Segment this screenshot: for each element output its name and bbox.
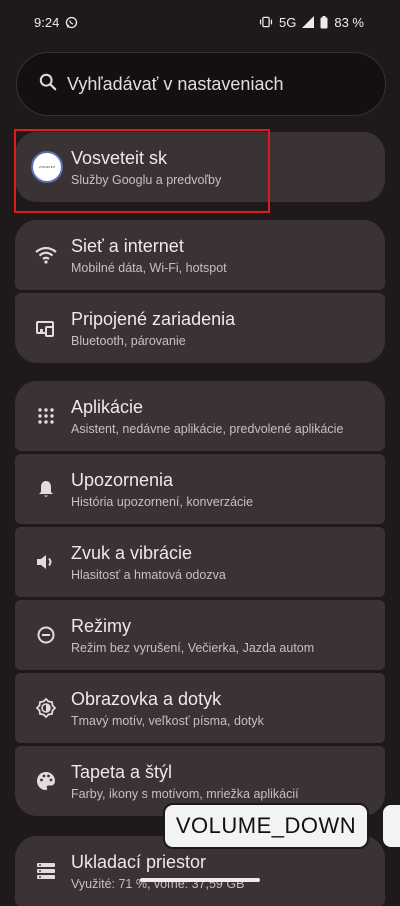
battery-icon: [320, 15, 328, 29]
account-title: Vosveteit sk: [71, 147, 168, 168]
item-title: Zvuk a vibrácie: [71, 542, 193, 563]
account-group: VOSVETEIT Vosveteit sk Služby Googlu a p…: [15, 132, 385, 202]
item-title: Aplikácie: [71, 396, 144, 417]
brightness-icon: [35, 697, 57, 719]
item-title: Ukladací priestor: [71, 851, 207, 872]
item-title: Pripojené zariadenia: [71, 308, 236, 329]
wifi-icon: [35, 244, 57, 266]
battery-percent: 83 %: [334, 14, 364, 30]
account-subtitle: Služby Googlu a predvoľby: [71, 172, 222, 187]
item-title: Režimy: [71, 615, 132, 636]
item-title: Obrazovka a dotyk: [71, 688, 222, 709]
apps-group: Aplikácie Asistent, nedávne aplikácie, p…: [15, 381, 385, 816]
vibrate-icon: [259, 16, 273, 28]
item-subtitle: Hlasitosť a hmatová odozva: [71, 567, 226, 582]
whatsapp-icon: [65, 16, 78, 29]
avatar: VOSVETEIT: [31, 151, 63, 183]
connectivity-group: Sieť a internet Mobilné dáta, Wi‑Fi, hot…: [15, 220, 385, 363]
network-type: 5G: [279, 14, 297, 30]
search-input[interactable]: Vyhľadávať v nastaveniach: [16, 52, 386, 116]
item-subtitle: Tmavý motív, veľkosť písma, dotyk: [71, 713, 264, 728]
connected-devices-icon: [35, 317, 57, 339]
settings-item-connected-devices[interactable]: Pripojené zariadenia Bluetooth, párovani…: [15, 293, 385, 363]
settings-item-modes[interactable]: Režimy Režim bez vyrušení, Večierka, Jaz…: [15, 600, 385, 670]
item-subtitle: História upozornení, konverzácie: [71, 494, 254, 509]
item-subtitle: Farby, ikony s motívom, mriežka aplikáci…: [71, 786, 299, 801]
palette-icon: [35, 770, 57, 792]
search-placeholder: Vyhľadávať v nastaveniach: [67, 73, 284, 94]
key-event-overlay-secondary: [381, 803, 400, 849]
settings-item-network[interactable]: Sieť a internet Mobilné dáta, Wi‑Fi, hot…: [15, 220, 385, 290]
status-bar: 9:24 5G 83 %: [0, 0, 400, 44]
key-event-overlay: VOLUME_DOWN: [163, 803, 369, 849]
item-subtitle: Asistent, nedávne aplikácie, predvolené …: [71, 421, 344, 436]
item-subtitle: Mobilné dáta, Wi‑Fi, hotspot: [71, 260, 227, 275]
bell-icon: [35, 478, 57, 500]
speaker-icon: [35, 551, 57, 573]
do-not-disturb-icon: [35, 624, 57, 646]
gesture-navigation-bar[interactable]: [140, 878, 260, 882]
settings-item-notifications[interactable]: Upozornenia História upozornení, konverz…: [15, 454, 385, 524]
apps-grid-icon: [35, 405, 57, 427]
item-title: Sieť a internet: [71, 235, 184, 256]
settings-item-apps[interactable]: Aplikácie Asistent, nedávne aplikácie, p…: [15, 381, 385, 451]
settings-item-display[interactable]: Obrazovka a dotyk Tmavý motív, veľkosť p…: [15, 673, 385, 743]
storage-icon: [35, 860, 57, 882]
item-title: Upozornenia: [71, 469, 174, 490]
status-time: 9:24: [34, 14, 60, 30]
item-subtitle: Bluetooth, párovanie: [71, 333, 186, 348]
item-subtitle: Režim bez vyrušení, Večierka, Jazda auto…: [71, 640, 315, 655]
settings-item-sound[interactable]: Zvuk a vibrácie Hlasitosť a hmatová odoz…: [15, 527, 385, 597]
signal-icon: [302, 16, 315, 28]
google-account-item[interactable]: VOSVETEIT Vosveteit sk Služby Googlu a p…: [15, 132, 385, 202]
item-title: Tapeta a štýl: [71, 761, 173, 782]
search-icon: [39, 73, 57, 96]
